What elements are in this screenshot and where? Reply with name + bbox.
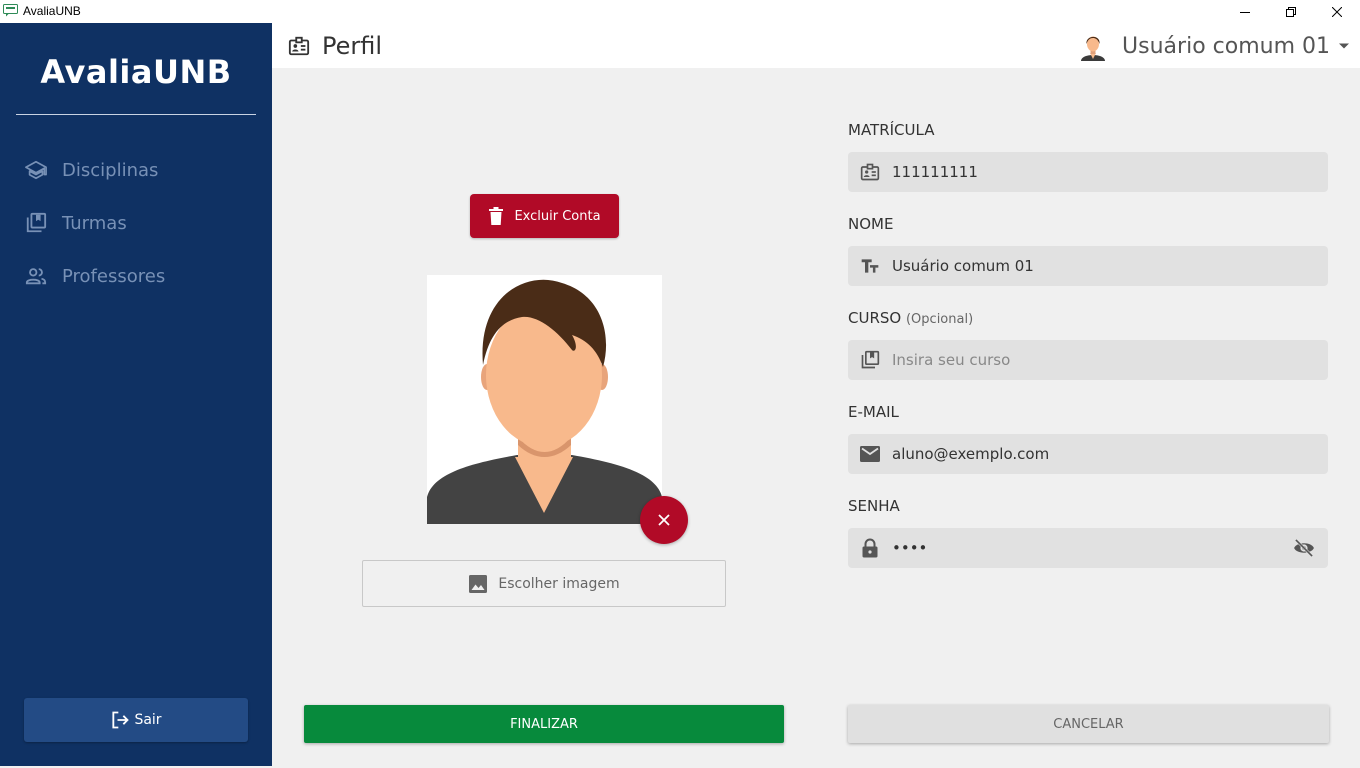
visibility-off-icon[interactable] (1292, 536, 1316, 560)
page-title: Perfil (322, 32, 383, 60)
remove-photo-button[interactable] (640, 496, 688, 544)
user-name: Usuário comum 01 (1122, 33, 1330, 59)
sidebar-item-professores[interactable]: Professores (24, 260, 165, 292)
sidebar-item-label: Disciplinas (62, 159, 159, 181)
curso-optional-hint: (Opcional) (905, 312, 974, 327)
restore-button[interactable] (1268, 0, 1314, 23)
logout-button[interactable]: Sair (24, 698, 248, 742)
library-icon (24, 211, 48, 235)
trash-icon (489, 207, 504, 225)
page-title-wrap: Perfil (288, 32, 382, 60)
nome-value: Usuário comum 01 (892, 257, 1034, 275)
senha-value: •••• (892, 539, 928, 557)
sidebar-item-turmas[interactable]: Turmas (24, 207, 127, 239)
choose-image-label: Escolher imagem (498, 575, 620, 592)
library-icon (858, 348, 882, 372)
matricula-label: MATRÍCULA (848, 121, 935, 139)
email-value: aluno@exemplo.com (892, 445, 1050, 463)
choose-image-button[interactable]: Escolher imagem (362, 560, 726, 607)
brand-title: AvaliaUNB (40, 53, 232, 91)
close-icon (658, 514, 670, 526)
nome-label: NOME (848, 215, 894, 233)
nome-field[interactable]: Usuário comum 01 (848, 246, 1328, 286)
text-fields-icon (858, 254, 882, 278)
people-icon (24, 264, 48, 288)
window-title: AvaliaUNB (23, 4, 81, 18)
curso-placeholder: Insira seu curso (892, 351, 1011, 369)
minimize-button[interactable] (1222, 0, 1268, 23)
curso-field[interactable]: Insira seu curso (848, 340, 1328, 380)
profile-photo (427, 275, 662, 524)
matricula-field[interactable]: 111111111 (848, 152, 1328, 192)
sidebar: AvaliaUNB Disciplinas Turmas Professores… (0, 23, 272, 766)
cancel-button[interactable]: CANCELAR (848, 705, 1329, 743)
chevron-down-icon (1339, 43, 1349, 49)
lock-icon (858, 536, 882, 560)
delete-account-label: Excluir Conta (514, 208, 601, 224)
image-icon (469, 574, 488, 593)
school-icon (24, 158, 48, 182)
user-avatar-icon (1081, 36, 1106, 61)
sidebar-item-label: Professores (62, 265, 166, 287)
curso-label: CURSO (Opcional) (848, 309, 973, 327)
logout-label: Sair (134, 712, 162, 728)
id-card-icon (858, 160, 882, 184)
delete-account-button[interactable]: Excluir Conta (470, 194, 619, 238)
senha-field[interactable]: •••• (848, 528, 1328, 568)
curso-label-text: CURSO (848, 309, 902, 327)
email-field[interactable]: aluno@exemplo.com (848, 434, 1328, 474)
app-icon (3, 4, 18, 17)
window-titlebar: AvaliaUNB (0, 0, 1360, 23)
sidebar-item-label: Turmas (62, 212, 127, 234)
user-menu[interactable]: Usuário comum 01 (1078, 31, 1350, 61)
minimize-icon (1240, 11, 1250, 13)
profile-avatar-illustration (427, 279, 662, 524)
page-header: Perfil Usuário comum 01 (272, 23, 1360, 68)
finish-button[interactable]: FINALIZAR (304, 705, 784, 743)
sidebar-item-disciplinas[interactable]: Disciplinas (24, 154, 158, 186)
senha-label: SENHA (848, 497, 900, 515)
restore-icon (1286, 6, 1296, 17)
email-label: E-MAIL (848, 403, 899, 421)
mail-icon (858, 442, 882, 466)
brand-divider (16, 114, 256, 115)
close-button[interactable] (1314, 0, 1360, 23)
matricula-value: 111111111 (892, 163, 978, 181)
close-icon (1332, 6, 1342, 17)
logout-icon (112, 711, 130, 729)
id-card-icon (288, 36, 310, 56)
